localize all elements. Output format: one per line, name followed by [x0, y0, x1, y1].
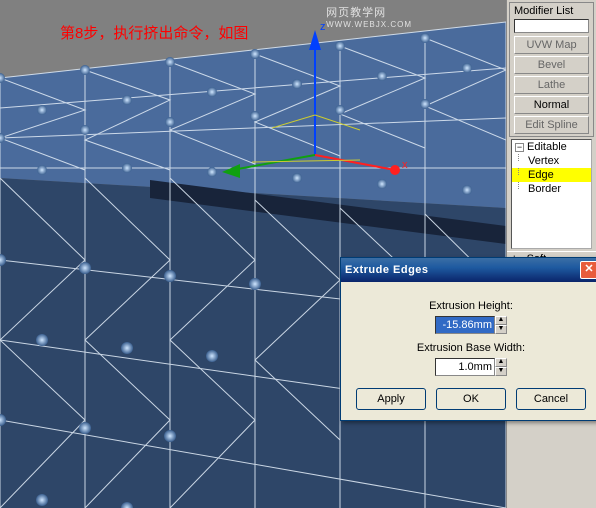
cancel-button[interactable]: Cancel	[516, 388, 586, 410]
extrusion-height-input[interactable]	[435, 316, 495, 334]
stack-root-label: Editable	[527, 141, 567, 153]
stack-item-edge[interactable]: Edge	[512, 168, 591, 182]
step-annotation: 第8步，执行挤出命令，如图	[60, 22, 248, 43]
spin-up-icon[interactable]: ▲	[495, 358, 507, 367]
watermark-text: 网页教学网	[326, 4, 412, 20]
viewport-3d[interactable]: z x 第8步，执行挤出命令，如图 网页教学网 WWW.WEBJX.COM	[0, 0, 506, 508]
collapse-icon[interactable]: −	[515, 143, 524, 152]
stack-item-border[interactable]: Border	[512, 182, 591, 196]
svg-text:x: x	[402, 159, 408, 171]
lathe-button[interactable]: Lathe	[514, 76, 589, 94]
svg-text:z: z	[320, 21, 326, 33]
modifier-dropdown[interactable]	[514, 19, 589, 33]
ok-button[interactable]: OK	[436, 388, 506, 410]
dialog-titlebar[interactable]: Extrude Edges ✕	[341, 258, 596, 282]
modifier-panel: Modifier List UVW Map Bevel Lathe Normal…	[506, 0, 596, 508]
stack-item-vertex[interactable]: Vertex	[512, 154, 591, 168]
apply-button[interactable]: Apply	[356, 388, 426, 410]
dialog-title: Extrude Edges	[345, 264, 596, 276]
extrusion-height-spinner[interactable]: ▲▼	[435, 316, 507, 334]
watermark-url: WWW.WEBJX.COM	[326, 20, 412, 29]
spin-up-icon[interactable]: ▲	[495, 316, 507, 325]
watermark: 网页教学网 WWW.WEBJX.COM	[326, 4, 412, 29]
edit-spline-button[interactable]: Edit Spline	[514, 116, 589, 134]
spin-down-icon[interactable]: ▼	[495, 367, 507, 376]
extrude-edges-dialog: Extrude Edges ✕ Extrusion Height: ▲▼ Ext…	[340, 257, 596, 421]
spin-down-icon[interactable]: ▼	[495, 325, 507, 334]
uvw-map-button[interactable]: UVW Map	[514, 36, 589, 54]
bevel-button[interactable]: Bevel	[514, 56, 589, 74]
modifier-stack[interactable]: −Editable Vertex Edge Border	[511, 139, 592, 249]
close-icon[interactable]: ✕	[580, 261, 596, 279]
extrusion-base-spinner[interactable]: ▲▼	[435, 358, 507, 376]
mesh-wireframe: z x	[0, 0, 506, 508]
extrusion-base-label: Extrusion Base Width:	[351, 342, 591, 354]
normal-button[interactable]: Normal	[514, 96, 589, 114]
extrusion-height-label: Extrusion Height:	[351, 300, 591, 312]
stack-root[interactable]: −Editable	[512, 140, 591, 154]
extrusion-base-input[interactable]	[435, 358, 495, 376]
modifier-list-label: Modifier List	[510, 3, 593, 19]
